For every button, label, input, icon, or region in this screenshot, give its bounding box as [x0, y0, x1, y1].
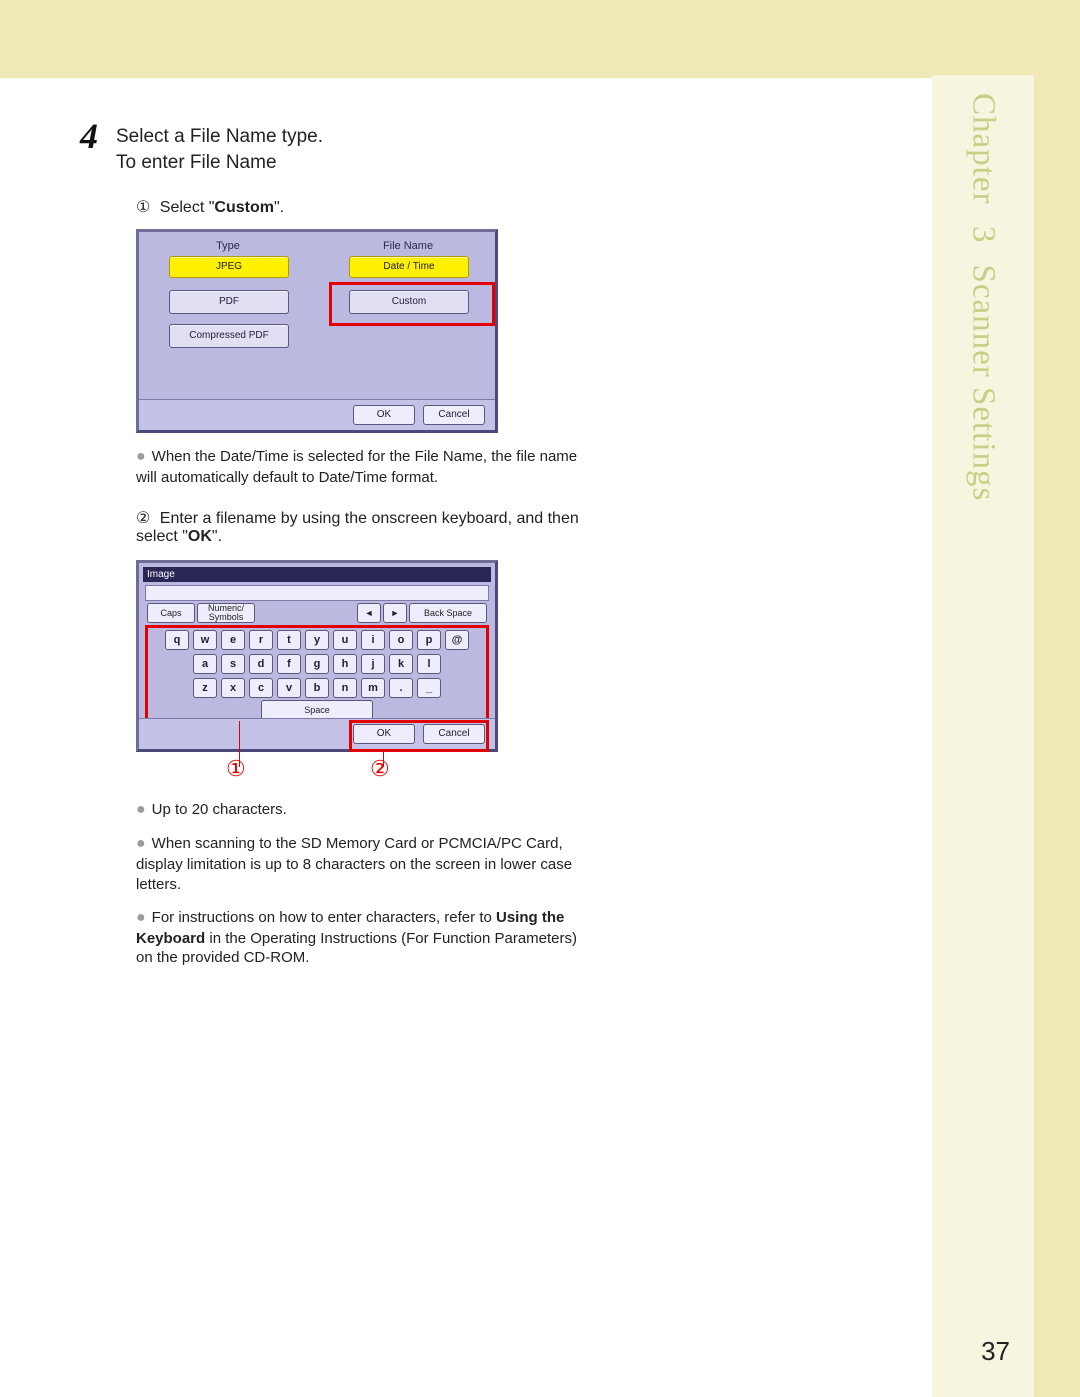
step-title: Select a File Name type. To enter File N…	[80, 118, 590, 175]
key-t[interactable]: t	[277, 630, 301, 650]
key-u[interactable]: u	[333, 630, 357, 650]
key-d[interactable]: d	[249, 654, 273, 674]
key-j[interactable]: j	[361, 654, 385, 674]
bullet-3: ●When scanning to the SD Memory Card or …	[136, 834, 590, 894]
key-w[interactable]: w	[193, 630, 217, 650]
step-number: 4	[80, 118, 98, 154]
side-column: Chapter 3 Scanner Settings	[932, 75, 1034, 1397]
datetime-button[interactable]: Date / Time	[349, 256, 469, 278]
key-v[interactable]: v	[277, 678, 301, 698]
page-number: 37	[981, 1336, 1010, 1367]
key-z[interactable]: z	[193, 678, 217, 698]
type-header: Type	[169, 240, 287, 252]
callout-1: ①	[226, 756, 246, 782]
key-p[interactable]: p	[417, 630, 441, 650]
backspace-button[interactable]: Back Space	[409, 603, 487, 623]
key-at[interactable]: @	[445, 630, 469, 650]
bullet-dot: ●	[136, 448, 146, 465]
left-arrow-button[interactable]: ◄	[357, 603, 381, 623]
right-arrow-button[interactable]: ►	[383, 603, 407, 623]
cancel-button[interactable]: Cancel	[423, 405, 485, 425]
bullet-4: ●For instructions on how to enter charac…	[136, 908, 590, 968]
key-n[interactable]: n	[333, 678, 357, 698]
key-q[interactable]: q	[165, 630, 189, 650]
keyboard-panel: Image Caps Numeric/Symbols ◄ ► Back Spac…	[136, 560, 498, 752]
circled-1: ①	[136, 199, 150, 216]
key-e[interactable]: e	[221, 630, 245, 650]
key-l[interactable]: l	[417, 654, 441, 674]
numeric-symbols-button[interactable]: Numeric/Symbols	[197, 603, 255, 623]
key-h[interactable]: h	[333, 654, 357, 674]
ok-button[interactable]: OK	[353, 405, 415, 425]
key-underscore[interactable]: _	[417, 678, 441, 698]
side-tab	[1034, 126, 1080, 360]
substep-2: ② Enter a filename by using the onscreen…	[136, 508, 590, 546]
keyboard-area: qwertyuiop@ asdfghjkl zxcvbnm._ Space	[145, 625, 489, 721]
keyboard-input[interactable]	[145, 585, 489, 601]
key-row-4: Space	[148, 700, 486, 720]
key-row-2: asdfghjkl	[148, 654, 486, 674]
step-line2: To enter File Name	[80, 150, 590, 176]
key-dot[interactable]: .	[389, 678, 413, 698]
step-line1: Select a File Name type.	[116, 126, 323, 147]
chapter-word: Chapter	[966, 93, 1002, 204]
chapter-label: Chapter 3 Scanner Settings	[965, 93, 1002, 501]
filetype-panel: Type File Name JPEG PDF Compressed PDF D…	[136, 229, 498, 433]
bullet-1: ●When the Date/Time is selected for the …	[136, 447, 590, 487]
circled-2: ②	[136, 510, 150, 527]
key-s[interactable]: s	[221, 654, 245, 674]
key-row-3: zxcvbnm._	[148, 678, 486, 698]
chapter-number: 3	[965, 226, 1002, 244]
key-x[interactable]: x	[221, 678, 245, 698]
chapter-title: Scanner Settings	[966, 264, 1002, 501]
key-c[interactable]: c	[249, 678, 273, 698]
jpeg-button[interactable]: JPEG	[169, 256, 289, 278]
caps-button[interactable]: Caps	[147, 603, 195, 623]
bullet-dot: ●	[136, 835, 146, 852]
key-k[interactable]: k	[389, 654, 413, 674]
key-b[interactable]: b	[305, 678, 329, 698]
panel-footer: OK Cancel	[139, 399, 495, 430]
key-g[interactable]: g	[305, 654, 329, 674]
callout-2: ②	[370, 756, 390, 782]
filename-header: File Name	[349, 240, 467, 252]
key-f[interactable]: f	[277, 654, 301, 674]
custom-highlight	[329, 282, 495, 326]
keyboard-title: Image	[143, 567, 491, 582]
bullet-dot: ●	[136, 909, 146, 926]
key-r[interactable]: r	[249, 630, 273, 650]
key-i[interactable]: i	[361, 630, 385, 650]
key-m[interactable]: m	[361, 678, 385, 698]
key-row-1: qwertyuiop@	[148, 630, 486, 650]
bullet-dot: ●	[136, 801, 146, 818]
header-band	[0, 0, 1080, 78]
key-y[interactable]: y	[305, 630, 329, 650]
compressed-pdf-button[interactable]: Compressed PDF	[169, 324, 289, 348]
keyboard-footer: OK Cancel	[139, 718, 495, 749]
key-o[interactable]: o	[389, 630, 413, 650]
key-space[interactable]: Space	[261, 700, 373, 720]
ok-cancel-highlight	[349, 720, 489, 752]
pdf-button[interactable]: PDF	[169, 290, 289, 314]
bullet-2: ●Up to 20 characters.	[136, 800, 590, 821]
substep-1: ① Select "Custom".	[136, 197, 590, 217]
key-a[interactable]: a	[193, 654, 217, 674]
